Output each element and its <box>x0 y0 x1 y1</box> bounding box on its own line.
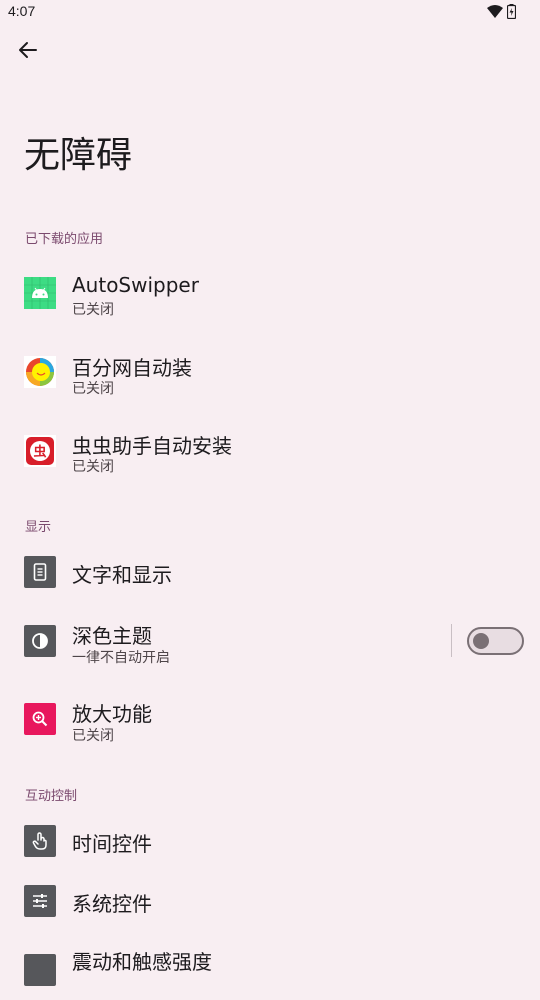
setting-title: 震动和触感强度 <box>72 950 212 974</box>
touch-hand-icon <box>24 825 56 857</box>
setting-title: 放大功能 <box>72 702 152 726</box>
app-item-status: 已关闭 <box>72 381 114 397</box>
chongchong-app-icon: 虫 <box>24 435 56 467</box>
app-item-autoswipper[interactable]: AutoSwipper 已关闭 <box>0 257 540 327</box>
setting-system-controls[interactable]: 系统控件 <box>0 866 540 936</box>
section-header-downloaded-apps: 已下载的应用 <box>25 232 104 247</box>
setting-text-and-display[interactable]: 文字和显示 <box>0 537 540 607</box>
back-button[interactable] <box>12 36 44 68</box>
switch-knob <box>473 633 489 649</box>
toggle-divider <box>451 624 452 657</box>
wifi-icon <box>487 4 503 23</box>
android-app-icon <box>24 277 56 309</box>
app-item-title: AutoSwipper <box>72 273 199 297</box>
app-item-chongchong[interactable]: 虫 虫虫助手自动安装 已关闭 <box>0 414 540 484</box>
setting-dark-theme[interactable]: 深色主题 一律不自动开启 <box>0 606 540 676</box>
baifenwang-app-icon <box>24 356 56 388</box>
app-item-title: 百分网自动装 <box>72 356 192 380</box>
contrast-icon <box>24 625 56 657</box>
svg-text:虫: 虫 <box>33 444 46 460</box>
setting-title: 深色主题 <box>72 624 152 648</box>
setting-title: 时间控件 <box>72 832 152 856</box>
dark-theme-switch[interactable] <box>467 627 524 655</box>
setting-title: 文字和显示 <box>72 563 172 587</box>
section-header-display: 显示 <box>25 520 52 535</box>
arrow-back-icon <box>18 40 38 64</box>
setting-subtitle: 已关闭 <box>72 728 114 744</box>
status-time: 4:07 <box>8 3 36 19</box>
setting-vibration-haptics[interactable]: 震动和触感强度 <box>0 930 540 1000</box>
setting-subtitle: 一律不自动开启 <box>72 650 170 666</box>
setting-magnification[interactable]: 放大功能 已关闭 <box>0 684 540 754</box>
app-item-status: 已关闭 <box>72 459 114 475</box>
section-header-interaction: 互动控制 <box>25 789 78 804</box>
vibration-icon <box>24 954 56 986</box>
setting-title: 系统控件 <box>72 892 152 916</box>
app-item-status: 已关闭 <box>72 302 114 318</box>
app-item-baifenwang[interactable]: 百分网自动装 已关闭 <box>0 336 540 406</box>
magnify-icon <box>24 703 56 735</box>
battery-icon <box>506 4 517 23</box>
status-bar: 4:07 <box>0 0 540 24</box>
sliders-icon <box>24 885 56 917</box>
page-title: 无障碍 <box>24 135 133 176</box>
app-item-title: 虫虫助手自动安装 <box>72 434 232 458</box>
phone-text-icon <box>24 556 56 588</box>
status-icons <box>487 4 517 23</box>
